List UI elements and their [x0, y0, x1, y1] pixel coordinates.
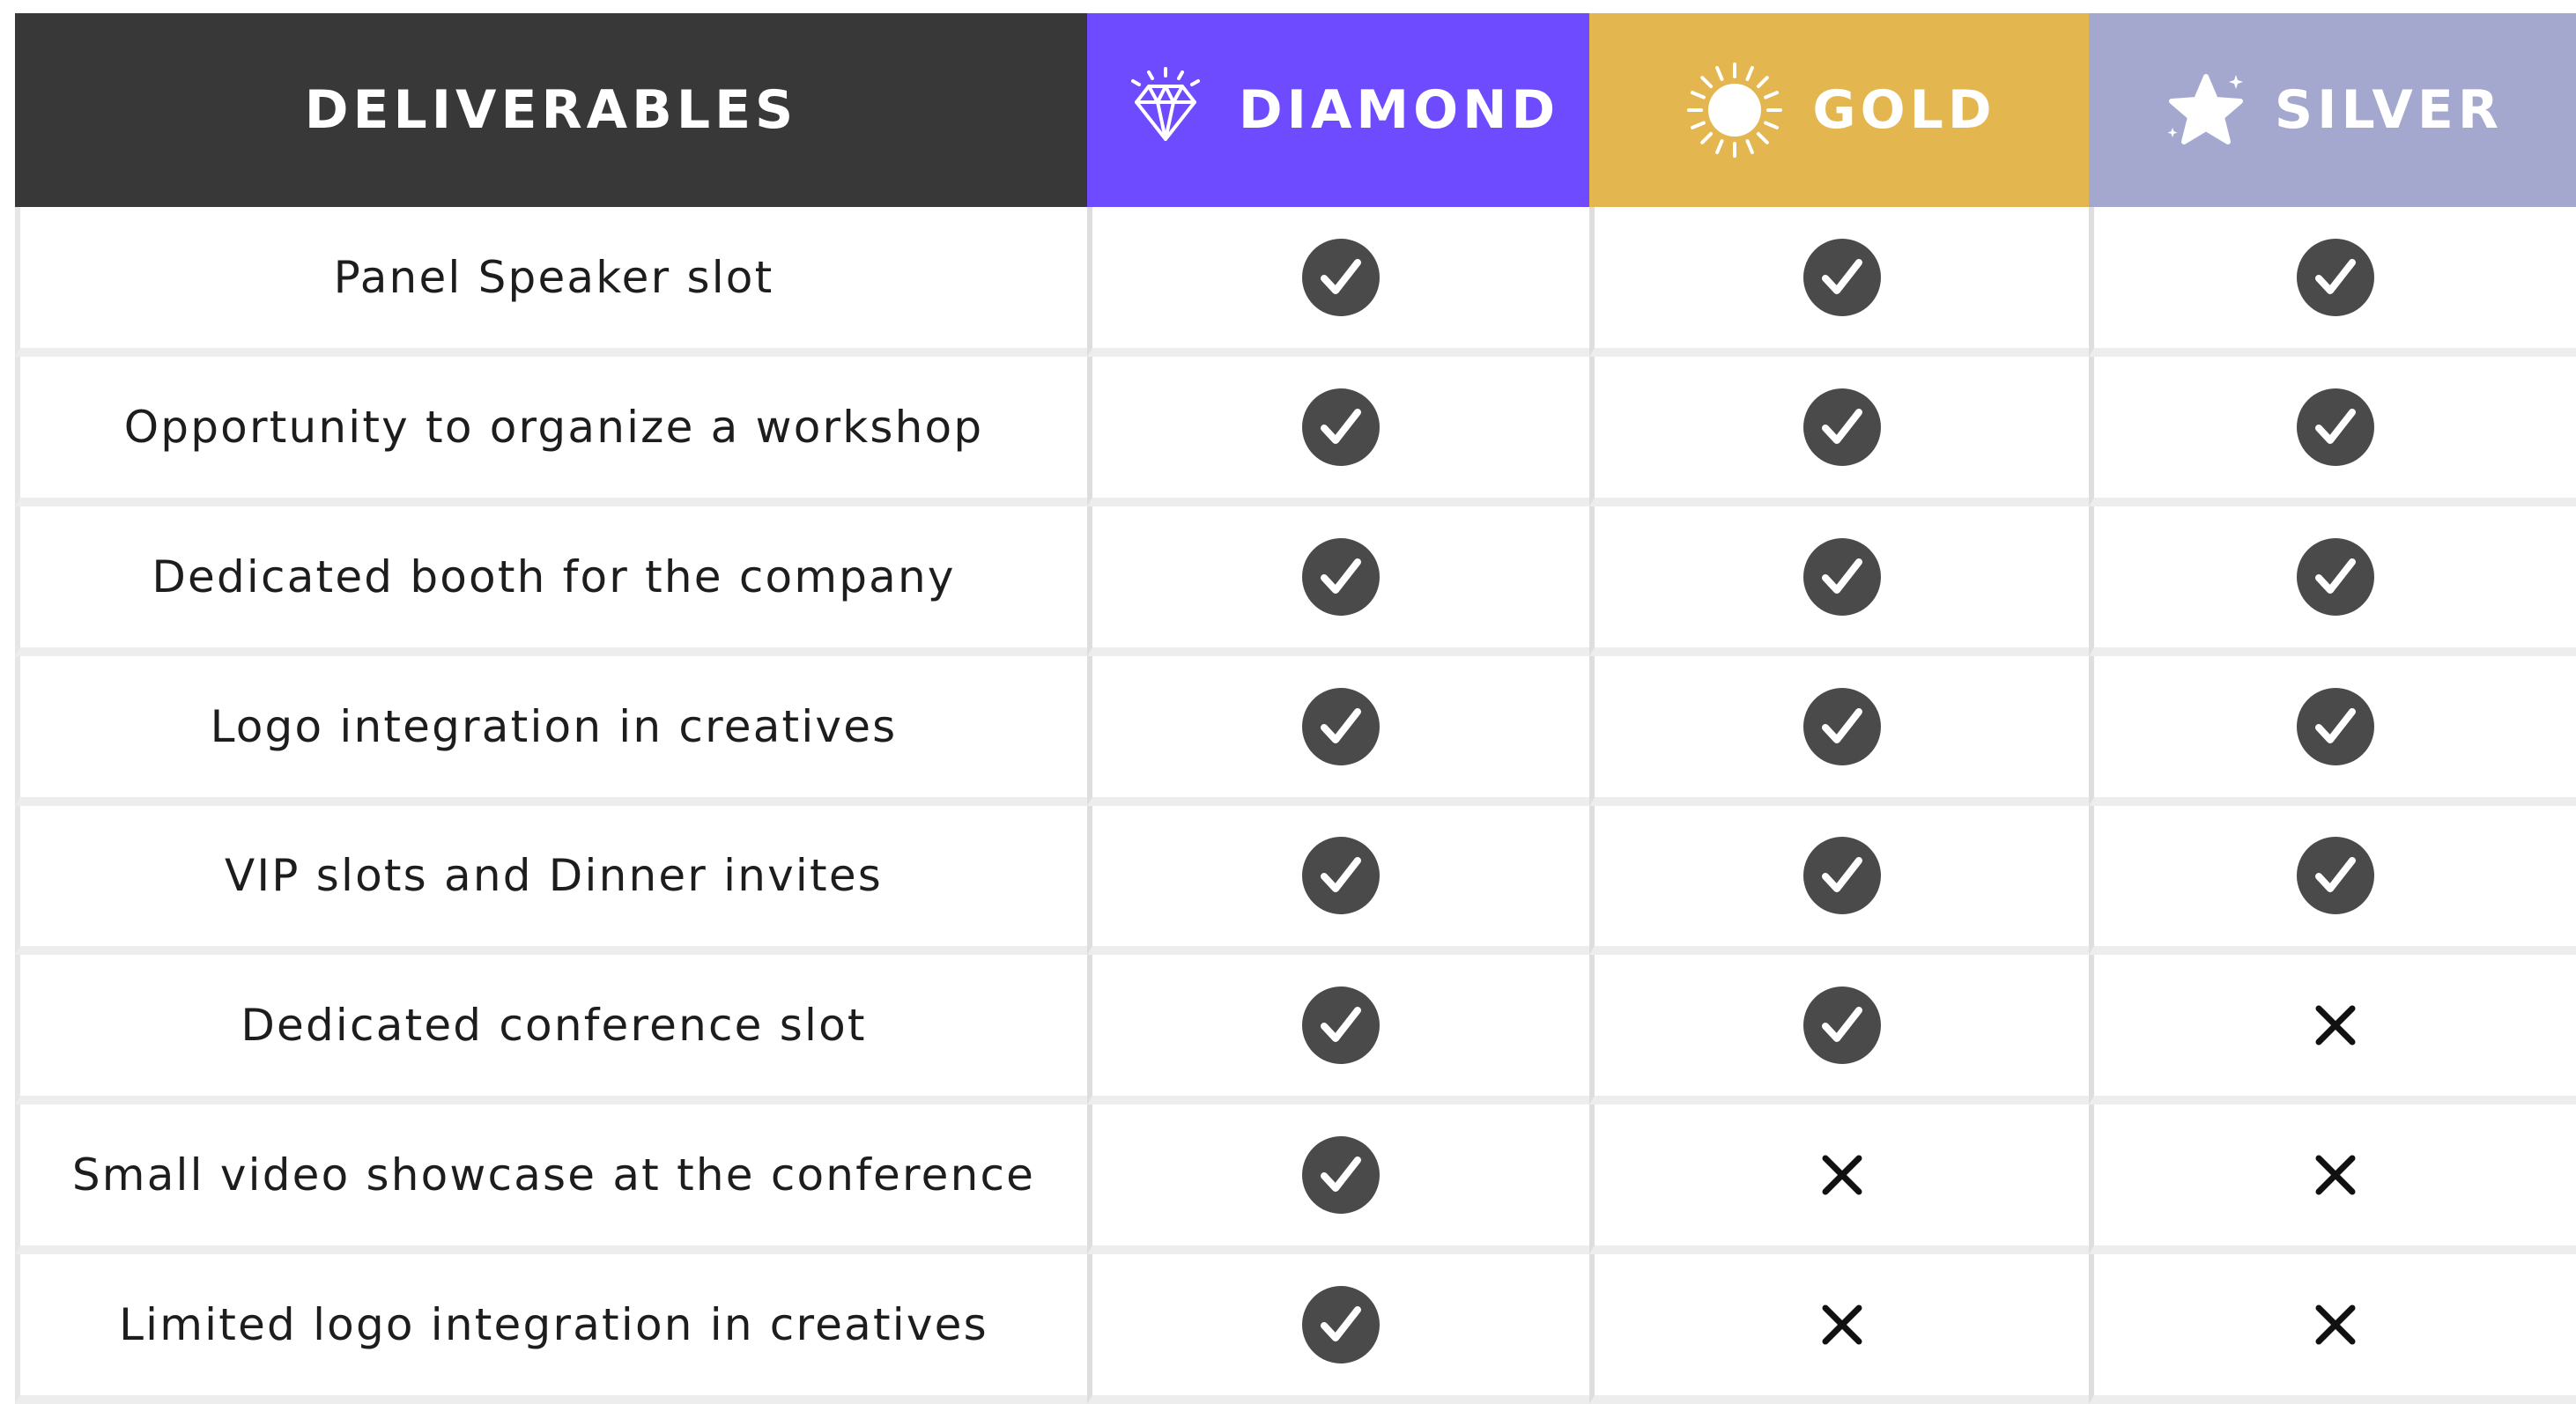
deliverable-label: Panel Speaker slot: [333, 251, 774, 303]
deliverable-label: Small video showcase at the conference: [71, 1149, 1036, 1201]
check-icon: [1802, 388, 1882, 467]
row-label-cell: Small video showcase at the conference: [15, 1105, 1087, 1255]
cross-icon: [2313, 1153, 2358, 1197]
deliverable-label: Dedicated booth for the company: [152, 551, 956, 602]
tier-cell-gold: [1589, 356, 2089, 506]
deliverable-label: Limited logo integration in creatives: [119, 1299, 988, 1351]
header-tier-gold: GOLD: [1589, 13, 2089, 207]
check-icon: [1301, 388, 1381, 467]
tier-cell-silver: [2089, 356, 2576, 506]
tier-cell-diamond: [1087, 955, 1589, 1105]
check-icon: [2296, 836, 2375, 915]
check-icon: [1802, 537, 1882, 617]
cross-icon: [1820, 1303, 1864, 1347]
tier-cell-gold: [1589, 805, 2089, 956]
tier-cell-silver: [2089, 207, 2576, 357]
check-icon: [1301, 986, 1381, 1065]
tier-cell-diamond: [1087, 1254, 1589, 1404]
cross-icon: [1820, 1153, 1864, 1197]
deliverable-label: VIP slots and Dinner invites: [224, 850, 884, 902]
check-icon: [1301, 687, 1381, 766]
check-icon: [1802, 238, 1882, 317]
sun-icon: [1682, 57, 1788, 163]
header-tier-diamond: DIAMOND: [1087, 13, 1589, 207]
tier-cell-diamond: [1087, 207, 1589, 357]
tier-cell-silver: [2089, 1105, 2576, 1255]
tier-cell-diamond: [1087, 1105, 1589, 1255]
tier-cell-gold: [1589, 1254, 2089, 1404]
tier-cell-silver: [2089, 655, 2576, 806]
header-tier-silver: SILVER: [2089, 13, 2576, 207]
check-icon: [1301, 836, 1381, 915]
tier-cell-silver: [2089, 805, 2576, 956]
row-label-cell: Panel Speaker slot: [15, 207, 1087, 357]
tier-cell-diamond: [1087, 356, 1589, 506]
row-label-cell: Dedicated conference slot: [15, 955, 1087, 1105]
row-label-cell: Limited logo integration in creatives: [15, 1254, 1087, 1404]
tier-cell-gold: [1589, 955, 2089, 1105]
check-icon: [1301, 238, 1381, 317]
tier-cell-silver: [2089, 1254, 2576, 1404]
row-label-cell: VIP slots and Dinner invites: [15, 805, 1087, 956]
header-tier-label: SILVER: [2274, 79, 2504, 141]
check-icon: [1802, 986, 1882, 1065]
check-icon: [1301, 1135, 1381, 1215]
tier-cell-diamond: [1087, 655, 1589, 806]
tier-cell-silver: [2089, 506, 2576, 656]
deliverable-label: Logo integration in creatives: [210, 700, 898, 752]
check-icon: [1802, 836, 1882, 915]
deliverable-label: Opportunity to organize a workshop: [123, 401, 984, 453]
tier-cell-gold: [1589, 207, 2089, 357]
check-icon: [1802, 687, 1882, 766]
check-icon: [1301, 537, 1381, 617]
check-icon: [2296, 687, 2375, 766]
diamond-icon: [1117, 62, 1214, 159]
header-deliverables: DELIVERABLES: [15, 13, 1087, 207]
tier-cell-gold: [1589, 506, 2089, 656]
cross-icon: [2313, 1003, 2358, 1047]
check-icon: [2296, 388, 2375, 467]
header-deliverables-label: DELIVERABLES: [304, 79, 798, 141]
tier-cell-gold: [1589, 655, 2089, 806]
tier-cell-diamond: [1087, 506, 1589, 656]
star-icon: [2162, 66, 2250, 154]
header-tier-label: DIAMOND: [1238, 79, 1560, 141]
row-label-cell: Opportunity to organize a workshop: [15, 356, 1087, 506]
deliverable-label: Dedicated conference slot: [241, 1000, 867, 1052]
check-icon: [2296, 537, 2375, 617]
tier-cell-silver: [2089, 955, 2576, 1105]
sponsorship-comparison-table: DELIVERABLES DIAMOND GOLD SILVER Panel Speak…: [15, 13, 2576, 1404]
header-tier-label: GOLD: [1812, 79, 1996, 141]
row-label-cell: Dedicated booth for the company: [15, 506, 1087, 656]
check-icon: [1301, 1285, 1381, 1364]
tier-cell-diamond: [1087, 805, 1589, 956]
check-icon: [2296, 238, 2375, 317]
row-label-cell: Logo integration in creatives: [15, 655, 1087, 806]
cross-icon: [2313, 1303, 2358, 1347]
tier-cell-gold: [1589, 1105, 2089, 1255]
